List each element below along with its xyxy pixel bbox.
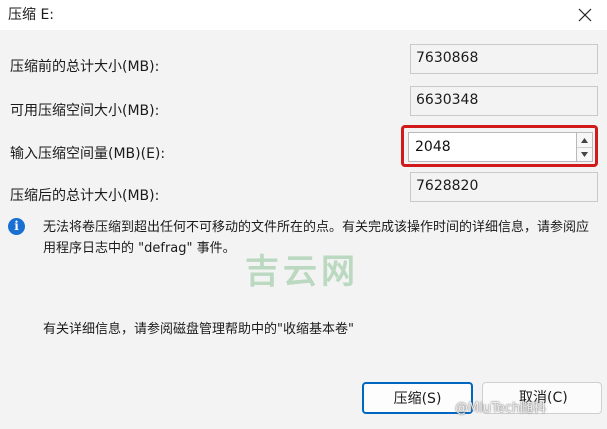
stepper-up-button[interactable] — [577, 133, 592, 148]
total-before-label: 压缩前的总计大小(MB): — [10, 59, 160, 75]
help-message: 有关详细信息，请参阅磁盘管理帮助中的"收缩基本卷" — [43, 322, 354, 337]
watermark-text: 吉云网 — [245, 252, 359, 292]
total-after-label: 压缩后的总计大小(MB): — [10, 188, 160, 204]
close-icon — [578, 8, 592, 22]
close-button[interactable] — [573, 3, 597, 27]
arrow-up-icon — [581, 137, 588, 143]
info-icon: i — [8, 218, 25, 235]
shrink-amount-input[interactable] — [408, 132, 576, 162]
shrink-dialog: 压缩 E: 压缩前的总计大小(MB): 7630868 可用压缩空间大小(MB)… — [0, 0, 607, 429]
window-title: 压缩 E: — [8, 7, 55, 23]
source-credit: @MiuTech随科 — [455, 401, 547, 416]
shrink-amount-stepper — [576, 132, 593, 162]
stepper-down-button[interactable] — [577, 147, 592, 161]
arrow-down-icon — [581, 151, 588, 157]
available-space-value: 6630348 — [410, 86, 598, 116]
title-bar: 压缩 E: — [0, 0, 607, 30]
available-space-label: 可用压缩空间大小(MB): — [10, 103, 160, 119]
total-after-value: 7628820 — [410, 172, 598, 202]
shrink-amount-label: 输入压缩空间量(MB)(E): — [10, 146, 166, 162]
total-before-value: 7630868 — [410, 44, 598, 74]
